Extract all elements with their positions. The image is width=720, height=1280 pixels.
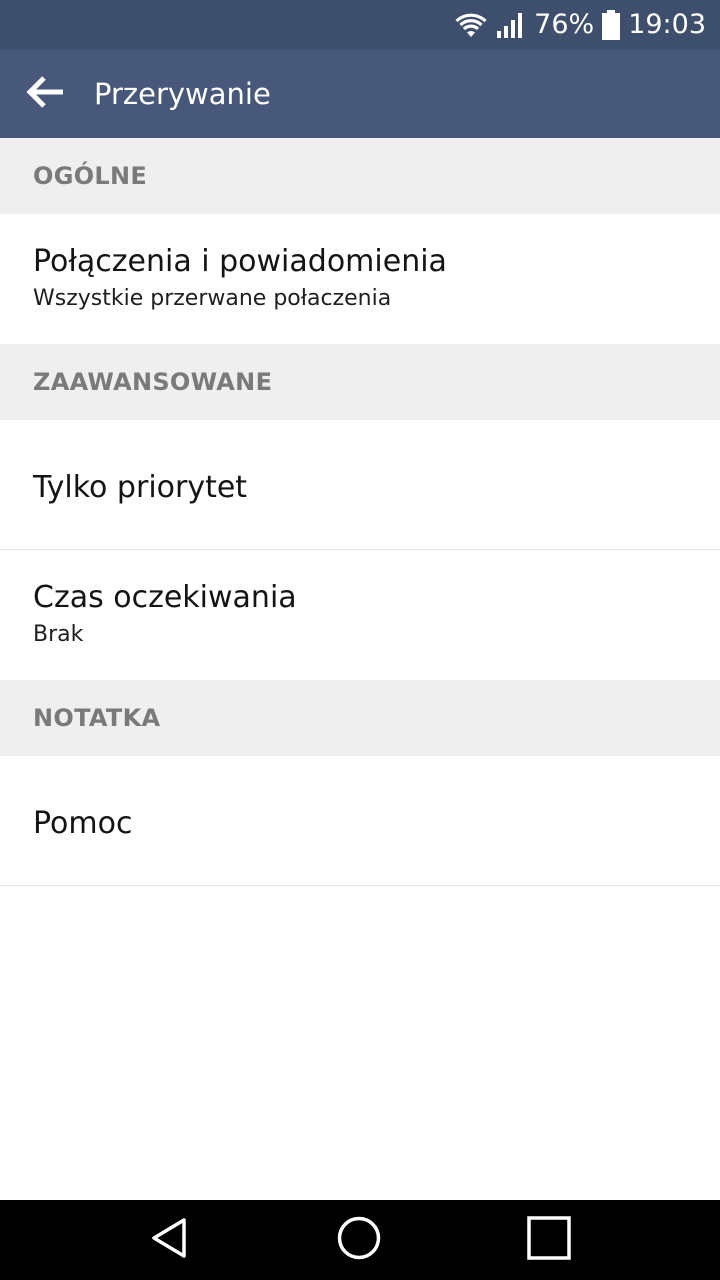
navigation-bar <box>0 1200 720 1280</box>
setting-priority-only[interactable]: Tylko priorytet <box>0 420 720 550</box>
setting-subtitle: Brak <box>33 622 84 647</box>
setting-title: Połączenia i powiadomienia <box>33 244 447 279</box>
setting-title: Tylko priorytet <box>33 469 248 505</box>
nav-recents-button[interactable] <box>489 1200 609 1280</box>
signal-icon <box>496 11 526 39</box>
battery-icon <box>602 10 621 40</box>
recents-square-icon <box>526 1215 572 1266</box>
back-triangle-icon <box>148 1216 192 1265</box>
setting-title: Czas oczekiwania <box>33 580 297 615</box>
setting-help[interactable]: Pomoc <box>0 756 720 886</box>
section-header-general: OGÓLNE <box>0 138 720 214</box>
home-circle-icon <box>336 1215 382 1266</box>
status-bar: 76% 19:03 <box>0 0 720 50</box>
setting-calls-and-notifications[interactable]: Połączenia i powiadomienia Wszystkie prz… <box>0 214 720 344</box>
setting-title: Pomoc <box>33 805 133 841</box>
nav-home-button[interactable] <box>299 1200 419 1280</box>
app-bar: Przerywanie <box>0 50 720 138</box>
section-header-advanced: ZAAWANSOWANE <box>0 344 720 420</box>
clock: 19:03 <box>628 9 706 40</box>
battery-percent: 76% <box>534 9 595 40</box>
setting-subtitle: Wszystkie przerwane połaczenia <box>33 286 392 311</box>
setting-timeout[interactable]: Czas oczekiwania Brak <box>0 550 720 680</box>
arrow-left-icon <box>25 75 65 114</box>
settings-list: OGÓLNE Połączenia i powiadomienia Wszyst… <box>0 138 720 886</box>
nav-back-button[interactable] <box>110 1200 230 1280</box>
wifi-icon <box>454 11 488 39</box>
section-header-note: NOTATKA <box>0 680 720 756</box>
back-button[interactable] <box>0 50 90 138</box>
page-title: Przerywanie <box>94 77 271 111</box>
